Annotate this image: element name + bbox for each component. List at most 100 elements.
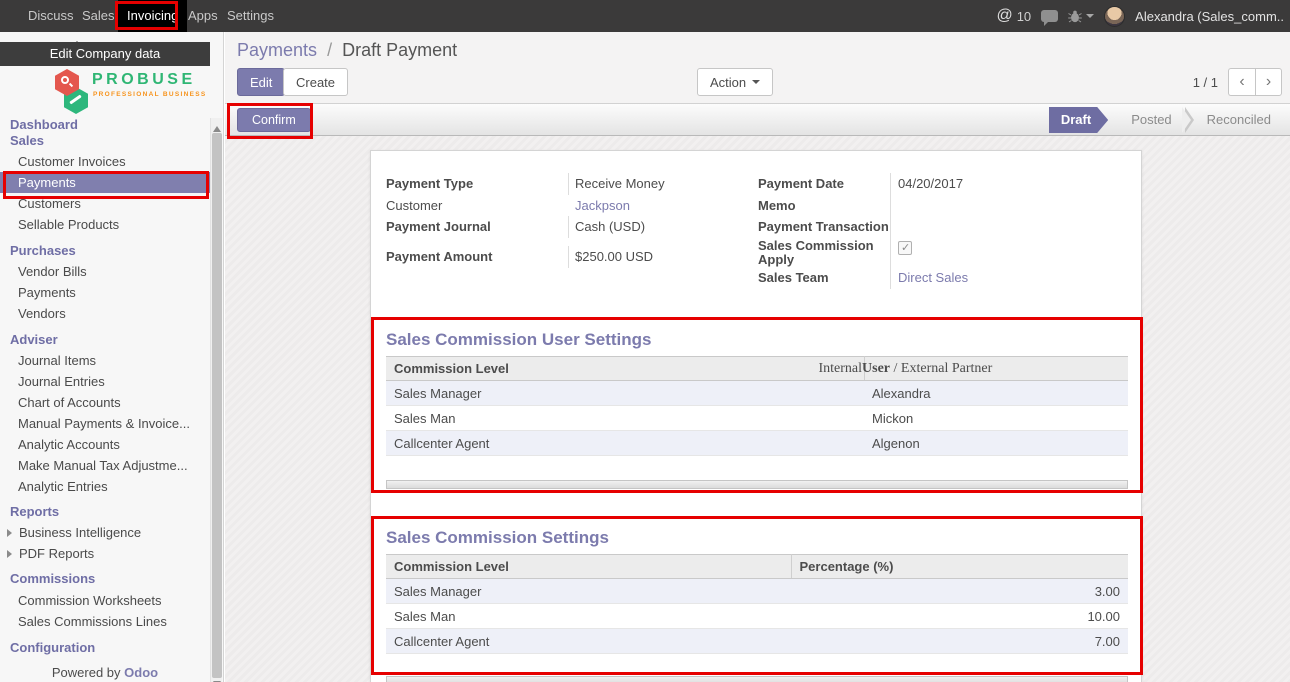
column-header-commission-level[interactable]: Commission Level (386, 555, 791, 579)
mention-counter[interactable]: @ 10 (996, 7, 1031, 25)
commission-level-cell: Sales Manager (386, 381, 864, 406)
commission-settings-table: Commission Level Percentage (%) Sales Ma… (386, 554, 1128, 654)
sidebar-item-sellable-products[interactable]: Sellable Products (0, 214, 210, 235)
nav-apps[interactable]: Apps (182, 0, 224, 32)
odoo-link[interactable]: Odoo (124, 665, 158, 680)
commission-level-cell: Sales Man (386, 406, 864, 431)
screen: Discuss Sales Invoicing Apps Settings @ … (0, 0, 1290, 682)
chevron-separator-icon (1185, 107, 1194, 133)
sales-commission-apply-label: Sales Commission Apply (758, 237, 890, 267)
user-settings-table: Commission Level InternalUser / External… (386, 356, 1128, 456)
sidebar-section-adviser[interactable]: Adviser (0, 332, 210, 348)
sidebar-item-analytic-entries[interactable]: Analytic Entries (0, 476, 210, 497)
user-cell: Alexandra (864, 381, 1128, 406)
breadcrumb-current: Draft Payment (342, 40, 457, 60)
user-menu[interactable]: Alexandra (Sales_comm.. (1135, 9, 1284, 24)
breadcrumb: Payments / Draft Payment (237, 40, 457, 61)
sidebar-section-purchases[interactable]: Purchases (0, 243, 210, 259)
action-dropdown[interactable]: Action (697, 68, 773, 96)
edit-company-button[interactable]: Edit Company data (0, 42, 210, 66)
payment-journal-label: Payment Journal (386, 216, 568, 238)
table-row[interactable]: Sales Man Mickon (386, 406, 1128, 431)
sidebar-item-vendor-bills[interactable]: Vendor Bills (0, 261, 210, 282)
table-row[interactable]: Sales Manager Alexandra (386, 381, 1128, 406)
avatar[interactable] (1104, 6, 1125, 27)
table-row[interactable]: Sales Man 10.00 (386, 604, 1128, 629)
column-header-internal-user[interactable]: InternalUser / External Partner (864, 357, 1128, 381)
expand-arrow-icon[interactable] (7, 550, 16, 558)
table-row[interactable]: Sales Manager 3.00 (386, 579, 1128, 604)
sidebar-item-vendors[interactable]: Vendors (0, 303, 210, 324)
table-row[interactable]: Callcenter Agent 7.00 (386, 629, 1128, 654)
pager-next-button[interactable]: › (1255, 68, 1282, 96)
sidebar-menu: Dashboard Sales Customer Invoices Paymen… (0, 117, 210, 656)
payment-transaction-label: Payment Transaction (758, 216, 890, 237)
sidebar-section-configuration[interactable]: Configuration (0, 640, 210, 656)
sidebar-item-journal-entries[interactable]: Journal Entries (0, 371, 210, 392)
powered-by-text: Powered by (52, 665, 121, 680)
form-sheet: Payment Type Receive Money Customer Jack… (370, 150, 1142, 682)
sidebar-item-dashboard[interactable]: Dashboard (0, 117, 210, 133)
pager-prev-button[interactable]: ‹ (1228, 68, 1255, 96)
navbar-right: @ 10 Alexandra (Sales_comm.. (996, 0, 1290, 32)
messages-icon[interactable] (1041, 10, 1058, 22)
commission-settings-title: Sales Commission Settings (386, 528, 609, 548)
sidebar-section-commissions[interactable]: Commissions (0, 571, 210, 587)
sidebar-item-sales-commissions-lines[interactable]: Sales Commissions Lines (0, 611, 210, 632)
sidebar-section-reports[interactable]: Reports (0, 504, 210, 520)
scrollbar-thumb[interactable] (212, 133, 222, 678)
sidebar-item-commission-worksheets[interactable]: Commission Worksheets (0, 590, 210, 611)
status-draft[interactable]: Draft (1049, 107, 1108, 133)
sidebar-scrollbar[interactable] (210, 118, 222, 682)
company-logo[interactable]: PROBUSE PROFESSIONAL BUSINESS (0, 66, 210, 118)
column-header-percentage[interactable]: Percentage (%) (791, 555, 1128, 579)
logo-title: PROBUSE (92, 71, 196, 89)
sidebar-item-payments-purchases[interactable]: Payments (0, 282, 210, 303)
top-navbar: Discuss Sales Invoicing Apps Settings @ … (0, 0, 1290, 32)
status-widget: Draft Posted Reconciled (1049, 107, 1284, 133)
table-row[interactable]: Callcenter Agent Algenon (386, 431, 1128, 456)
user-settings-title: Sales Commission User Settings (386, 330, 651, 350)
scroll-up-icon[interactable] (213, 122, 221, 132)
sidebar-item-chart-of-accounts[interactable]: Chart of Accounts (0, 392, 210, 413)
sidebar: Edit Company data PROBUSE PROFESSIONAL B… (0, 32, 224, 682)
confirm-button[interactable]: Confirm (237, 108, 311, 132)
customer-link[interactable]: Jackpson (568, 195, 758, 216)
payment-transaction-value (890, 216, 1128, 237)
sidebar-section-sales[interactable]: Sales (0, 133, 210, 149)
memo-value (890, 195, 1128, 216)
table-footer-strip (386, 480, 1128, 489)
nav-settings[interactable]: Settings (221, 0, 280, 32)
payment-form: Payment Type Receive Money Customer Jack… (386, 173, 1128, 289)
sidebar-item-pdf-reports[interactable]: PDF Reports (0, 543, 210, 564)
mention-count: 10 (1017, 9, 1031, 24)
sidebar-item-payments-sales[interactable]: Payments (0, 172, 210, 193)
expand-arrow-icon[interactable] (7, 529, 16, 537)
breadcrumb-payments[interactable]: Payments (237, 40, 317, 60)
table-footer-strip (386, 676, 1128, 682)
sidebar-item-analytic-accounts[interactable]: Analytic Accounts (0, 434, 210, 455)
sales-commission-apply-checkbox[interactable] (898, 241, 912, 255)
create-button[interactable]: Create (283, 68, 348, 96)
sales-team-link[interactable]: Direct Sales (890, 267, 1128, 289)
nav-invoicing[interactable]: Invoicing (118, 0, 187, 32)
sidebar-item-journal-items[interactable]: Journal Items (0, 350, 210, 371)
sidebar-item-customers[interactable]: Customers (0, 193, 210, 214)
sidebar-item-business-intelligence[interactable]: Business Intelligence (0, 522, 210, 543)
edit-button[interactable]: Edit (237, 68, 285, 96)
status-reconciled[interactable]: Reconciled (1194, 107, 1284, 133)
column-header-commission-level[interactable]: Commission Level (386, 357, 864, 381)
commission-level-cell: Callcenter Agent (386, 431, 864, 456)
control-panel: Payments / Draft Payment Edit Create Act… (225, 32, 1290, 103)
debug-menu[interactable] (1068, 10, 1094, 23)
sidebar-item-manual-payments[interactable]: Manual Payments & Invoice... (0, 413, 210, 434)
main-scroll-area: Payment Type Receive Money Customer Jack… (225, 136, 1290, 682)
memo-label: Memo (758, 195, 890, 216)
chevron-down-icon (752, 80, 760, 84)
status-posted[interactable]: Posted (1118, 107, 1184, 133)
sidebar-item-make-manual-tax[interactable]: Make Manual Tax Adjustme... (0, 455, 210, 476)
statusbar: Confirm Draft Posted Reconciled (225, 103, 1290, 136)
nav-discuss[interactable]: Discuss (22, 0, 80, 32)
sidebar-item-customer-invoices[interactable]: Customer Invoices (0, 151, 210, 172)
nav-sales[interactable]: Sales (76, 0, 121, 32)
